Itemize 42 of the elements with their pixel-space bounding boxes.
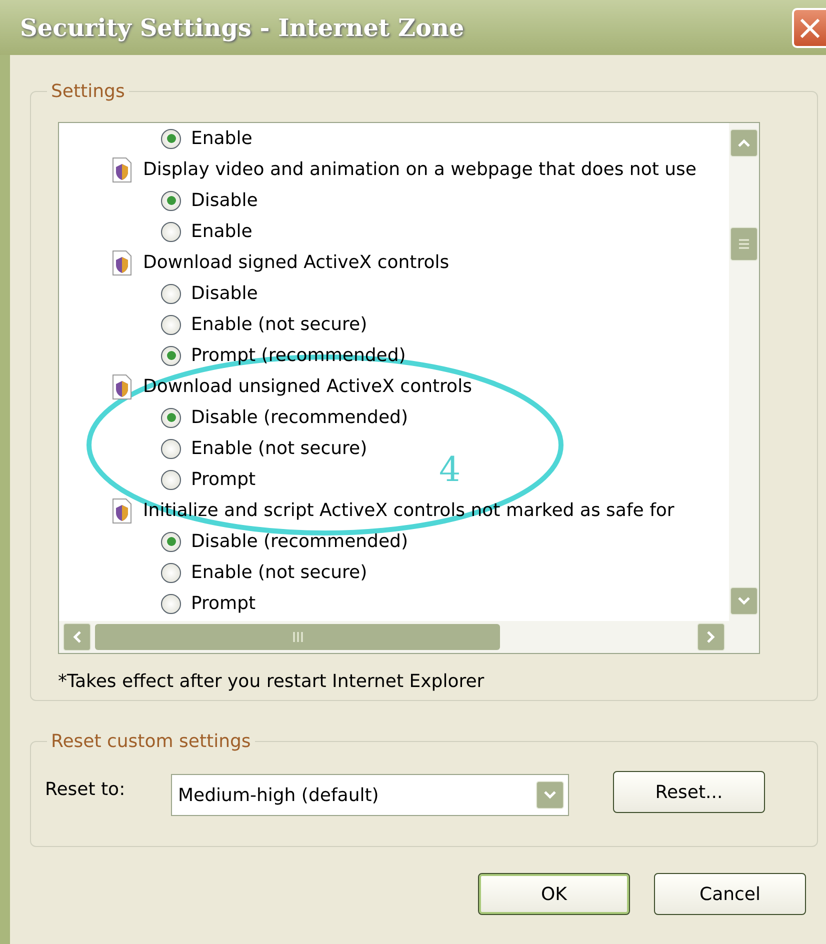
radio-button[interactable] <box>161 408 181 428</box>
reset-button[interactable]: Reset... <box>613 771 765 813</box>
option-label[interactable]: Disable <box>191 187 258 214</box>
radio-button[interactable] <box>161 562 181 582</box>
dropdown-value: Medium-high (default) <box>178 784 379 808</box>
category-label: Display video and animation on a webpage that does not use <box>143 158 696 182</box>
reset-label: Reset to: <box>45 778 126 802</box>
ok-button[interactable]: OK <box>478 873 630 915</box>
grip-icon <box>738 238 750 250</box>
radio-button[interactable] <box>161 346 181 366</box>
security-setting-icon <box>111 250 133 276</box>
option-label[interactable]: Enable <box>191 218 252 245</box>
option-label[interactable]: Enable <box>191 125 252 152</box>
security-setting-icon <box>111 374 133 400</box>
radio-button[interactable] <box>161 532 181 552</box>
option-label[interactable]: Disable (recommended) <box>191 528 408 555</box>
option-label[interactable]: Disable <box>191 280 258 307</box>
radio-button[interactable] <box>161 222 181 242</box>
grip-icon <box>292 631 304 644</box>
radio-button[interactable] <box>161 128 181 148</box>
option-label[interactable]: Disable (recommended) <box>191 404 408 431</box>
option-label[interactable]: Prompt <box>191 590 256 617</box>
cancel-button[interactable]: Cancel <box>654 873 806 915</box>
radio-button[interactable] <box>161 314 181 334</box>
radio-button[interactable] <box>161 594 181 614</box>
option-label[interactable]: Enable (not secure) <box>191 559 368 586</box>
option-label[interactable]: Enable (not secure) <box>191 435 368 462</box>
radio-button[interactable] <box>161 438 181 458</box>
security-setting-icon <box>111 498 133 524</box>
security-setting-icon <box>111 156 133 182</box>
radio-button[interactable] <box>161 284 181 304</box>
radio-button[interactable] <box>161 470 181 490</box>
option-label[interactable]: Prompt <box>191 466 256 493</box>
window-title: Security Settings - Internet Zone <box>20 12 464 44</box>
category-label: Download signed ActiveX controls <box>143 251 450 275</box>
annotation-number: 4 <box>439 453 461 487</box>
radio-button[interactable] <box>161 190 181 210</box>
scrollbar-thumb[interactable] <box>730 227 758 261</box>
footnote-text: *Takes effect after you restart Internet Explorer <box>58 670 486 694</box>
reset-level-dropdown[interactable]: Medium-high (default) <box>171 774 569 816</box>
option-label[interactable]: Enable (not secure) <box>191 311 368 338</box>
scrollbar-thumb[interactable] <box>95 624 500 650</box>
